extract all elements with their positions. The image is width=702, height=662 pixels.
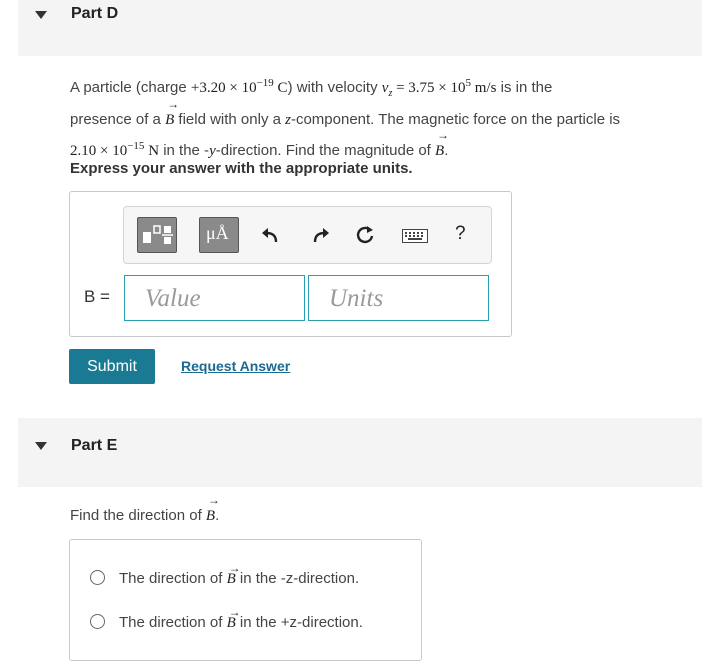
units-button[interactable]: μÅ [199, 217, 239, 253]
collapse-triangle-icon[interactable] [35, 442, 47, 450]
part-e-header[interactable] [18, 418, 702, 487]
part-d-title: Part D [71, 5, 119, 22]
math-toolbar [123, 206, 492, 264]
radio-plus-z[interactable] [90, 614, 105, 629]
part-e-title: Part E [71, 437, 118, 454]
submit-button[interactable]: Submit [69, 349, 155, 384]
undo-icon[interactable] [260, 226, 280, 246]
part-d-header[interactable] [18, 0, 702, 56]
part-e-question: Find the direction of B. [70, 494, 682, 529]
redo-icon[interactable] [311, 226, 331, 246]
keyboard-icon[interactable] [402, 229, 428, 243]
units-input[interactable]: Units [308, 275, 489, 321]
templates-button[interactable] [137, 217, 177, 253]
templates-icon [143, 225, 173, 244]
choice-box [69, 539, 422, 661]
variable-label: B = [84, 287, 110, 306]
value-input[interactable]: Value [124, 275, 305, 321]
choice-plus-z[interactable]: The direction of B in the +z-direction. [119, 606, 363, 632]
question-text: A particle (charge +3.20 × 10−19 C) with… [70, 70, 682, 164]
instruction-text: Express your answer with the appropriate… [70, 160, 413, 177]
reset-icon[interactable] [354, 224, 376, 246]
request-answer-link[interactable]: Request Answer [181, 358, 290, 374]
choice-minus-z[interactable]: The direction of B in the -z-direction. [119, 562, 359, 588]
help-icon[interactable]: ? [455, 222, 466, 246]
radio-minus-z[interactable] [90, 570, 105, 585]
units-icon: μÅ [206, 223, 229, 243]
collapse-triangle-icon[interactable] [35, 11, 47, 19]
